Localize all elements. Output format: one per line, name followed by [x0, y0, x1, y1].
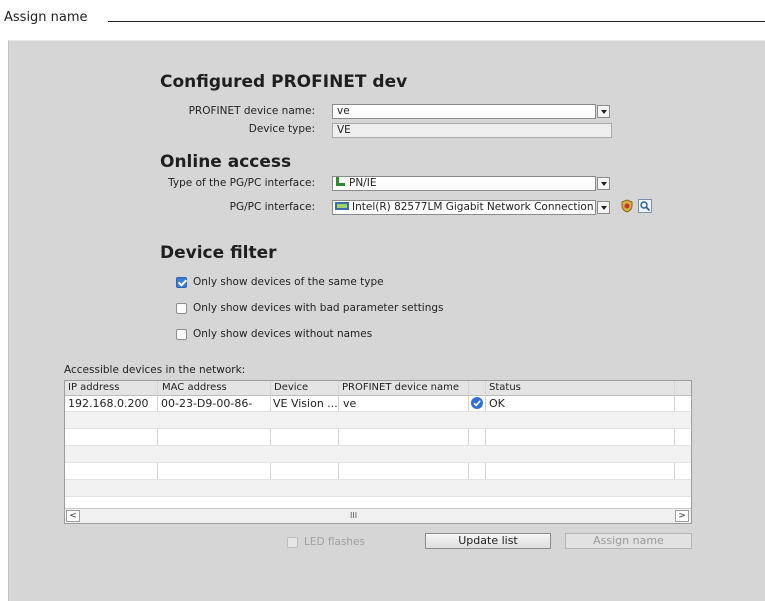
update-list-button[interactable]: Update list: [425, 533, 551, 549]
scroll-right-button[interactable]: >: [675, 510, 689, 522]
device-name-value: ve: [337, 105, 350, 117]
column-header-mac[interactable]: MAC address: [162, 382, 227, 393]
device-type-label: Device type:: [248, 123, 315, 135]
column-header-ip[interactable]: IP address: [68, 382, 119, 393]
column-header-device[interactable]: Device: [274, 382, 308, 393]
table-header: IP address MAC address Device PROFINET d…: [65, 381, 691, 396]
cell-profinet-name: ve: [343, 397, 357, 410]
diagnostics-icon[interactable]: [620, 199, 634, 213]
header-divider: [108, 21, 765, 22]
scroll-thumb-grip[interactable]: III: [350, 511, 357, 520]
filter-option-label: Only show devices with bad parameter set…: [193, 302, 444, 314]
table-row: [65, 429, 691, 446]
filter-option-without-names[interactable]: Only show devices without names: [176, 328, 372, 340]
horizontal-scrollbar[interactable]: < III >: [65, 508, 691, 523]
filter-option-same-type[interactable]: Only show devices of the same type: [176, 276, 384, 288]
iface-type-label: Type of the PG/PC interface:: [168, 177, 315, 189]
checkbox-checked[interactable]: [176, 276, 187, 288]
checkbox-unchecked[interactable]: [176, 328, 187, 340]
network-icon: [335, 177, 346, 187]
table-row[interactable]: 192.168.0.200 00-23-D9-00-86- VE Vision …: [65, 395, 691, 412]
online-section-title: Online access: [160, 152, 292, 172]
filter-option-label: Only show devices without names: [193, 328, 373, 340]
iface-dropdown-button[interactable]: [597, 201, 610, 214]
cell-device: VE Vision ...: [273, 397, 337, 410]
checkbox-unchecked[interactable]: [176, 302, 187, 314]
device-name-label: PROFINET device name:: [188, 105, 315, 117]
device-name-dropdown-button[interactable]: [597, 105, 610, 118]
cell-status: OK: [489, 397, 505, 410]
cell-mac: 00-23-D9-00-86-: [161, 397, 253, 410]
iface-field[interactable]: Intel(R) 82577LM Gigabit Network Connect…: [332, 200, 596, 215]
table-row: [65, 463, 691, 480]
table-caption: Accessible devices in the network:: [64, 364, 246, 376]
column-header-profinet-name[interactable]: PROFINET device name: [342, 382, 459, 393]
devices-table: IP address MAC address Device PROFINET d…: [64, 380, 692, 524]
filter-option-label: Only show devices of the same type: [193, 276, 384, 288]
filter-section-title: Device filter: [160, 243, 277, 263]
iface-type-value: PN/IE: [349, 177, 377, 189]
table-row: [65, 480, 691, 497]
scroll-left-button[interactable]: <: [66, 510, 80, 522]
iface-label: PG/PC interface:: [229, 201, 315, 213]
page-title: Assign name: [4, 10, 88, 25]
checkbox-disabled[interactable]: [287, 536, 298, 548]
column-header-status[interactable]: Status: [489, 382, 521, 393]
device-type-field: VE: [332, 123, 612, 138]
device-name-field[interactable]: ve: [332, 104, 596, 119]
cell-ip: 192.168.0.200: [68, 397, 149, 410]
configured-section-title: Configured PROFINET dev: [160, 72, 408, 92]
iface-type-field[interactable]: PN/IE: [332, 176, 596, 191]
table-row: [65, 446, 691, 463]
table-row: [65, 412, 691, 429]
assign-name-button[interactable]: Assign name: [565, 533, 692, 549]
status-ok-icon: [471, 397, 483, 409]
device-type-value: VE: [337, 124, 351, 136]
header: Assign name: [0, 0, 765, 40]
iface-value: Intel(R) 82577LM Gigabit Network Connect…: [352, 201, 594, 213]
network-card-icon: [335, 201, 349, 211]
led-flashes-option[interactable]: LED flashes: [287, 536, 365, 548]
iface-type-dropdown-button[interactable]: [597, 177, 610, 190]
filter-option-bad-params[interactable]: Only show devices with bad parameter set…: [176, 302, 444, 314]
search-devices-icon[interactable]: [638, 199, 652, 213]
led-flashes-label: LED flashes: [304, 536, 366, 548]
